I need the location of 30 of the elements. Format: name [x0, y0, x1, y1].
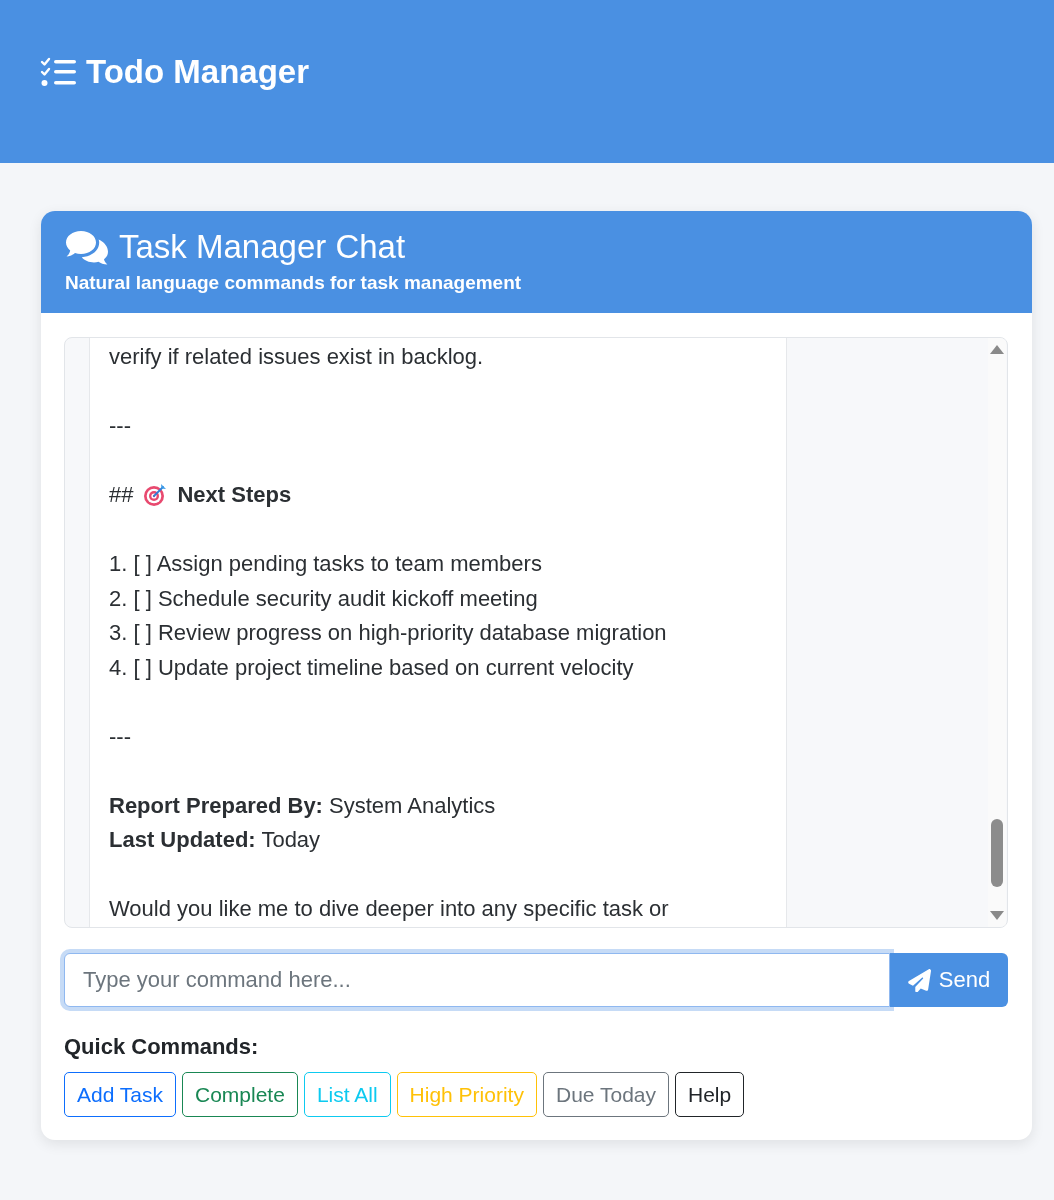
- message-line: verify if related issues exist in backlog.: [109, 343, 485, 371]
- quick-command-button[interactable]: Due Today: [542, 1072, 669, 1117]
- card-title: Task Manager Chat: [119, 227, 406, 267]
- card-subtitle: Natural language commands for task management: [65, 271, 523, 295]
- section-heading: Next Steps: [177, 481, 292, 509]
- paper-plane-icon: [907, 968, 931, 992]
- scrollbar-thumb[interactable]: [991, 819, 1003, 887]
- chat-bubbles-icon: [65, 229, 109, 265]
- message-line: ---: [109, 412, 132, 440]
- message-line: Would you like me to dive deeper into any specific task or: [109, 895, 670, 923]
- scroll-up-icon[interactable]: [990, 345, 1004, 354]
- app-title: Todo Manager: [86, 52, 310, 92]
- command-input[interactable]: Type your command here...: [64, 953, 890, 1007]
- quick-commands-label: Quick Commands:: [64, 1034, 260, 1060]
- quick-command-button[interactable]: Complete: [182, 1072, 298, 1117]
- message-line: 4. [ ] Update project timeline based on current velocity: [109, 653, 635, 682]
- quick-command-button[interactable]: Help: [675, 1072, 745, 1117]
- dart-target-icon: [143, 483, 168, 508]
- quick-command-button[interactable]: Add Task: [64, 1072, 176, 1117]
- scrollbar[interactable]: [988, 338, 1006, 927]
- heading-marker: ##: [109, 481, 134, 509]
- checklist-icon: [40, 57, 76, 87]
- message-line: 3. [ ] Review progress on high-priority database migration: [109, 619, 668, 647]
- message-line: 1. [ ] Assign pending tasks to team members: [109, 550, 543, 578]
- send-button[interactable]: Send: [890, 953, 1008, 1007]
- message-line: Last Updated: Today: [109, 826, 322, 854]
- scroll-down-icon[interactable]: [990, 911, 1004, 920]
- message-line: 2. [ ] Schedule security audit kickoff meeting: [109, 584, 539, 613]
- message-line: Report Prepared By: System Analytics: [109, 791, 497, 820]
- message-line: ---: [109, 722, 132, 751]
